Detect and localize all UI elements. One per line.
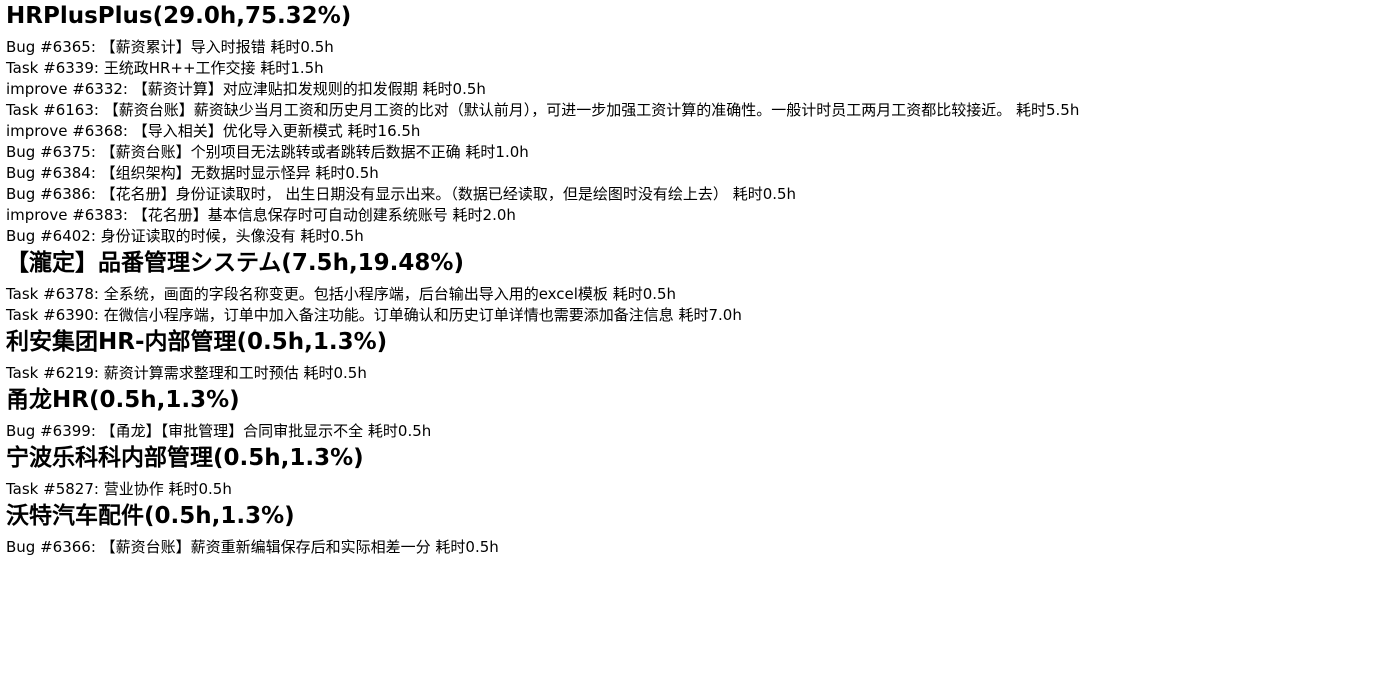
project-title: 沃特汽车配件(0.5h,1.3%) xyxy=(6,503,295,529)
task-item: Bug #6399: 【甬龙】【审批管理】合同审批显示不全 耗时0.5h xyxy=(6,422,432,440)
task-item: Task #6163: 【薪资台账】薪资缺少当月工资和历史月工资的比对（默认前月… xyxy=(6,101,1080,119)
task-item: Bug #6384: 【组织架构】无数据时显示怪异 耗时0.5h xyxy=(6,164,379,182)
task-item: Bug #6386: 【花名册】身份证读取时， 出生日期没有显示出来。（数据已经… xyxy=(6,185,797,203)
task-item: Task #6390: 在微信小程序端，订单中加入备注功能。订单确认和历史订单详… xyxy=(6,306,742,324)
task-item: Bug #6402: 身份证读取的时候，头像没有 耗时0.5h xyxy=(6,227,364,245)
task-list: Task #6378: 全系统，画面的字段名称变更。包括小程序端，后台输出导入用… xyxy=(6,284,1378,326)
project-section: 甬龙HR(0.5h,1.3%) Bug #6399: 【甬龙】【审批管理】合同审… xyxy=(6,384,1378,442)
task-item: Task #6378: 全系统，画面的字段名称变更。包括小程序端，后台输出导入用… xyxy=(6,285,677,303)
project-section: 宁波乐科科内部管理(0.5h,1.3%) Task #5827: 营业协作 耗时… xyxy=(6,442,1378,500)
project-section: HRPlusPlus(29.0h,75.32%) Bug #6365: 【薪资累… xyxy=(6,0,1378,247)
task-list: Task #6219: 薪资计算需求整理和工时预估 耗时0.5h xyxy=(6,363,1378,384)
task-item: Bug #6375: 【薪资台账】个别项目无法跳转或者跳转后数据不正确 耗时1.… xyxy=(6,143,529,161)
project-section: 【瀧定】品番管理システム(7.5h,19.48%) Task #6378: 全系… xyxy=(6,247,1378,326)
task-list: Bug #6366: 【薪资台账】薪资重新编辑保存后和实际相差一分 耗时0.5h xyxy=(6,537,1378,558)
project-section: 沃特汽车配件(0.5h,1.3%) Bug #6366: 【薪资台账】薪资重新编… xyxy=(6,500,1378,558)
task-item: Task #6219: 薪资计算需求整理和工时预估 耗时0.5h xyxy=(6,364,367,382)
task-list: Bug #6399: 【甬龙】【审批管理】合同审批显示不全 耗时0.5h xyxy=(6,421,1378,442)
task-item: Bug #6366: 【薪资台账】薪资重新编辑保存后和实际相差一分 耗时0.5h xyxy=(6,538,499,556)
task-item: Bug #6365: 【薪资累计】导入时报错 耗时0.5h xyxy=(6,38,334,56)
task-item: Task #5827: 营业协作 耗时0.5h xyxy=(6,480,232,498)
task-item: improve #6332: 【薪资计算】对应津贴扣发规则的扣发假期 耗时0.5… xyxy=(6,80,486,98)
task-list: Task #5827: 营业协作 耗时0.5h xyxy=(6,479,1378,500)
project-title: 宁波乐科科内部管理(0.5h,1.3%) xyxy=(6,445,364,471)
project-title: 甬龙HR(0.5h,1.3%) xyxy=(6,387,240,413)
task-item: improve #6383: 【花名册】基本信息保存时可自动创建系统账号 耗时2… xyxy=(6,206,516,224)
task-item: Task #6339: 王统政HR++工作交接 耗时1.5h xyxy=(6,59,324,77)
task-item: improve #6368: 【导入相关】优化导入更新模式 耗时16.5h xyxy=(6,122,421,140)
project-title: 【瀧定】品番管理システム(7.5h,19.48%) xyxy=(6,250,464,276)
task-list: Bug #6365: 【薪资累计】导入时报错 耗时0.5h Task #6339… xyxy=(6,37,1378,247)
project-title: 利安集团HR-内部管理(0.5h,1.3%) xyxy=(6,329,388,355)
project-title: HRPlusPlus(29.0h,75.32%) xyxy=(6,3,352,29)
project-section: 利安集团HR-内部管理(0.5h,1.3%) Task #6219: 薪资计算需… xyxy=(6,326,1378,384)
work-report: HRPlusPlus(29.0h,75.32%) Bug #6365: 【薪资累… xyxy=(0,0,1384,558)
